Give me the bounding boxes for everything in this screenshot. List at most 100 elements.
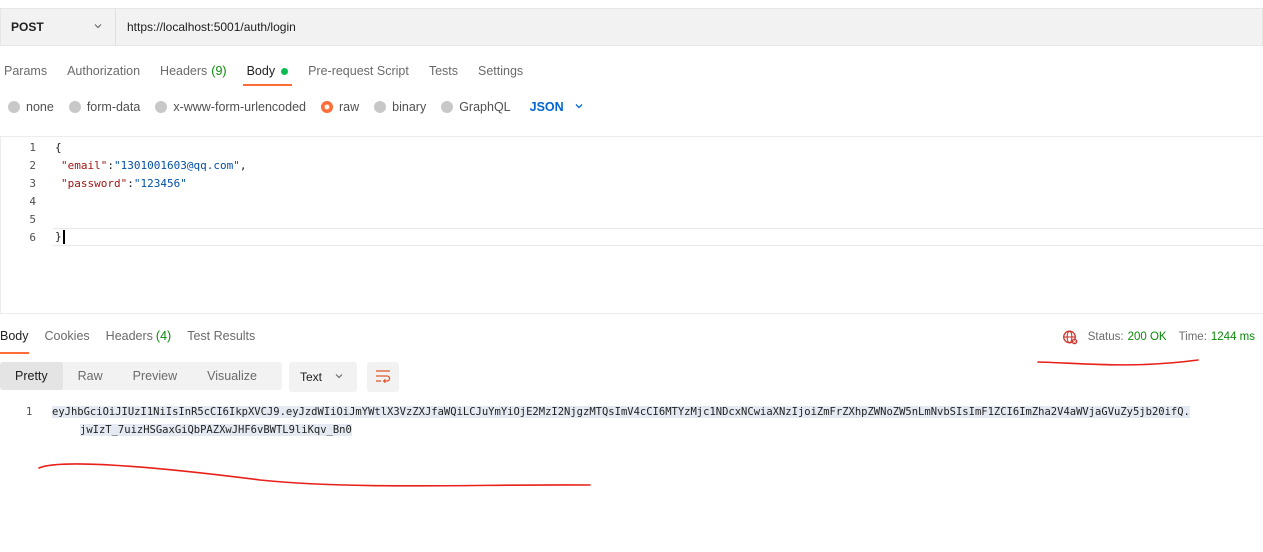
json-comma: , (239, 158, 247, 172)
line-number: 6 (29, 230, 36, 244)
url-input[interactable]: https://localhost:5001/auth/login (115, 8, 1263, 46)
annotation-underline-token (38, 463, 591, 487)
radio-icon (68, 101, 81, 113)
response-view-modes: Pretty Raw Preview Visualize (0, 362, 282, 390)
chevron-down-icon (334, 371, 344, 384)
radio-none[interactable]: none (8, 100, 54, 114)
line-number: 1 (26, 406, 33, 418)
status-value: 200 OK (1127, 331, 1167, 343)
radio-label: x-www-form-urlencoded (173, 100, 306, 114)
view-label: Visualize (207, 369, 257, 383)
tab-label: Pre-request Script (308, 64, 409, 78)
headers-count-badge: (4) (155, 329, 172, 343)
code-text: "password":"123456" (61, 177, 187, 190)
tab-headers[interactable]: Headers (9) (156, 58, 231, 88)
line-number: 2 (29, 158, 36, 172)
wrap-lines-icon (375, 369, 391, 386)
tab-cookies[interactable]: Cookies (45, 326, 90, 350)
line-number: 5 (29, 212, 36, 226)
response-status: Status: 200 OK Time: 1244 ms (1062, 328, 1255, 346)
body-format-label: JSON (529, 100, 564, 114)
time-label: Time: (1178, 331, 1207, 343)
tab-label: Body (246, 64, 276, 78)
view-raw-button[interactable]: Raw (63, 362, 118, 390)
body-type-options: none form-data x-www-form-urlencoded raw… (8, 96, 584, 118)
tab-params[interactable]: Params (0, 58, 51, 88)
radio-label: binary (392, 100, 427, 114)
tab-label: Body (0, 329, 29, 343)
tab-tests[interactable]: Tests (425, 58, 462, 88)
json-key: "password" (61, 176, 128, 190)
editor-line: 3 "password":"123456" (1, 174, 1263, 192)
view-label: Pretty (15, 369, 48, 383)
status-label: Status: (1087, 331, 1124, 343)
token-line-2: jwIzT_7uizHSGaxGiQbPAZXwJHF6vBWTL9liKqv_… (80, 424, 352, 436)
code-text: } (55, 230, 65, 244)
closing-brace: } (55, 230, 62, 243)
line-number: 3 (29, 176, 36, 190)
tab-test-results[interactable]: Test Results (187, 326, 255, 350)
response-token: eyJhbGciOiJIUzI1NiIsInR5cCI6IkpXVCJ9.eyJ… (52, 403, 1242, 439)
radio-binary[interactable]: binary (374, 100, 426, 114)
radio-x-www-form-urlencoded[interactable]: x-www-form-urlencoded (155, 100, 306, 114)
body-format-select[interactable]: JSON (530, 100, 584, 114)
radio-raw[interactable]: raw (321, 100, 359, 114)
code-text: { (55, 140, 62, 154)
editor-line: 1 { (1, 138, 1263, 156)
tab-response-body[interactable]: Body (0, 326, 29, 354)
response-format-label: Text (300, 370, 323, 384)
code-text: "email":"1301001603@qq.com", (61, 159, 246, 172)
chevron-down-icon (574, 101, 584, 114)
radio-form-data[interactable]: form-data (68, 100, 141, 114)
method-label: POST (11, 20, 44, 34)
chevron-down-icon (93, 21, 105, 33)
radio-icon (441, 101, 454, 113)
response-format-select[interactable]: Text (289, 362, 357, 392)
radio-label: raw (339, 100, 360, 114)
method-select[interactable]: POST (0, 8, 115, 46)
editor-line: 4 (1, 192, 1263, 210)
tab-label: Test Results (187, 329, 256, 343)
radio-icon (155, 101, 168, 113)
radio-icon (374, 101, 387, 113)
tab-pre-request-script[interactable]: Pre-request Script (304, 58, 413, 88)
token-line-1: eyJhbGciOiJIUzI1NiIsInR5cCI6IkpXVCJ9.eyJ… (52, 406, 1190, 418)
tab-label: Headers (160, 64, 208, 78)
tab-authorization[interactable]: Authorization (63, 58, 144, 88)
modified-dot-icon (281, 68, 289, 75)
request-body-editor[interactable]: 1 { 2 "email":"1301001603@qq.com", 3 "pa… (0, 136, 1263, 314)
radio-label: GraphQL (459, 100, 511, 114)
line-number: 1 (29, 140, 36, 154)
url-text: https://localhost:5001/auth/login (127, 20, 296, 34)
headers-count-badge: (9) (211, 64, 227, 78)
response-tabs: Body Cookies Headers (4) Test Results (0, 326, 271, 354)
json-string: "123456" (133, 176, 187, 190)
view-label: Preview (132, 369, 178, 383)
tab-label: Headers (105, 329, 153, 343)
editor-line: 5 (1, 210, 1263, 228)
globe-error-icon[interactable] (1062, 329, 1078, 345)
json-colon: : (127, 176, 134, 190)
view-label: Raw (77, 369, 103, 383)
tab-label: Authorization (67, 64, 141, 78)
editor-line: 2 "email":"1301001603@qq.com", (1, 156, 1263, 174)
wrap-lines-button[interactable] (367, 362, 399, 392)
tab-label: Params (4, 64, 48, 78)
tab-body[interactable]: Body (242, 58, 293, 88)
json-key: "email" (61, 158, 108, 172)
radio-icon (8, 101, 20, 113)
tab-response-headers[interactable]: Headers (4) (106, 326, 172, 350)
tab-label: Tests (428, 64, 458, 78)
view-preview-button[interactable]: Preview (118, 362, 192, 390)
tab-settings[interactable]: Settings (474, 58, 527, 88)
radio-graphql[interactable]: GraphQL (441, 100, 511, 114)
line-number: 4 (29, 194, 36, 208)
view-pretty-button[interactable]: Pretty (0, 362, 63, 390)
annotation-underline-status (1037, 359, 1199, 366)
radio-selected-icon (321, 101, 333, 113)
time-value: 1244 ms (1210, 331, 1255, 343)
radio-label: form-data (86, 100, 141, 114)
radio-label: none (26, 100, 54, 114)
tab-label: Cookies (44, 329, 90, 343)
view-visualize-button[interactable]: Visualize (192, 362, 272, 390)
